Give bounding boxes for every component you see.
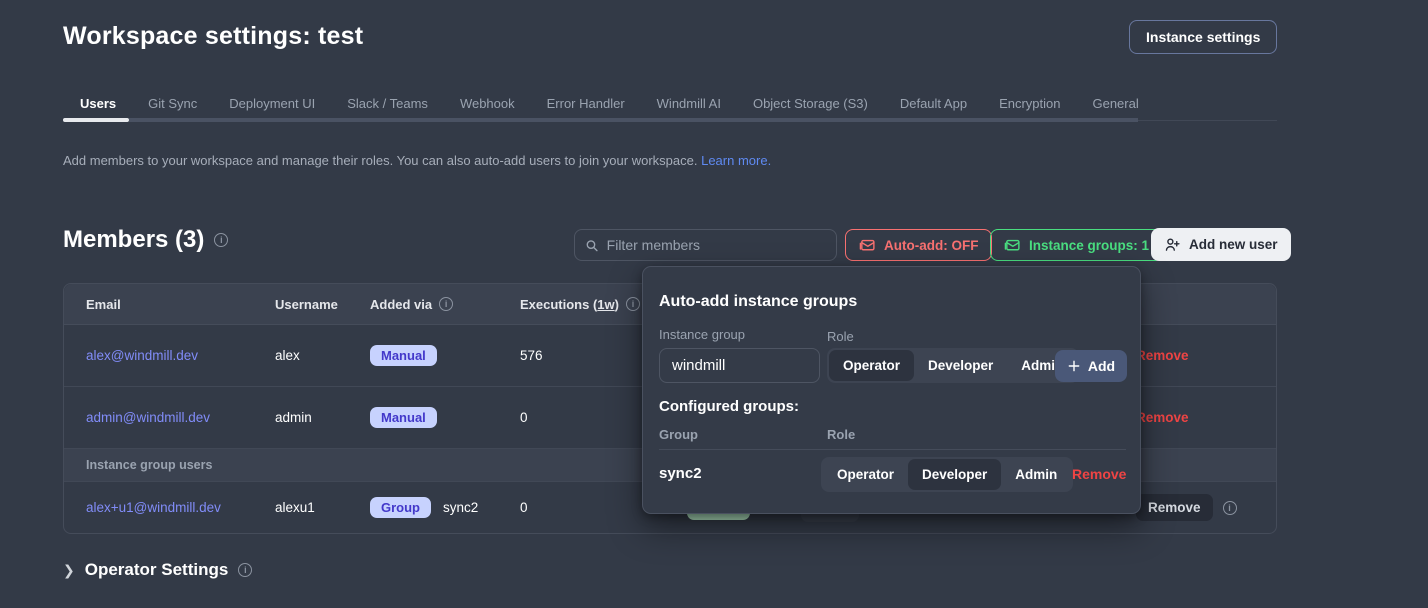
tab-deployment-ui[interactable]: Deployment UI <box>213 88 331 118</box>
member-username: alexu1 <box>275 500 370 515</box>
description-text: Add members to your workspace and manage… <box>63 153 697 168</box>
auto-add-instance-groups-popup: Auto-add instance groups Instance group … <box>642 266 1141 514</box>
plus-icon <box>1067 359 1081 373</box>
role-option-operator[interactable]: Operator <box>823 459 908 490</box>
tab-windmill-ai[interactable]: Windmill AI <box>641 88 737 118</box>
learn-more-link[interactable]: Learn more. <box>701 153 771 168</box>
instance-group-label: Instance group <box>659 327 745 342</box>
members-info-icon[interactable]: i <box>214 233 228 247</box>
tab-scrollbar[interactable] <box>63 118 1277 122</box>
remove-member-button[interactable]: Remove <box>1136 494 1213 521</box>
instance-groups-label: Instance groups: 1 <box>1029 238 1149 253</box>
added-via-label: Added via <box>370 297 432 312</box>
member-username: alex <box>275 348 370 363</box>
tab-error-handler[interactable]: Error Handler <box>531 88 641 118</box>
added-via-info-icon[interactable]: i <box>439 297 453 311</box>
add-new-user-label: Add new user <box>1189 237 1278 252</box>
configured-groups-heading: Configured groups: <box>659 398 799 415</box>
add-new-user-button[interactable]: Add new user <box>1151 228 1291 261</box>
members-heading: Members (3) i <box>63 226 228 254</box>
auto-add-button[interactable]: Auto-add: OFF <box>845 229 992 261</box>
tab-webhook[interactable]: Webhook <box>444 88 531 118</box>
role-label: Role <box>827 329 854 344</box>
instance-groups-button[interactable]: Instance groups: 1 <box>990 229 1163 261</box>
tab-object-storage-s3[interactable]: Object Storage (S3) <box>737 88 884 118</box>
remove-info-icon[interactable]: i <box>1223 501 1237 515</box>
configured-group-name: sync2 <box>659 465 702 482</box>
tab-scrollbar-track <box>1138 120 1277 121</box>
configured-role-toggle-group: Operator Developer Admin <box>821 457 1073 492</box>
configured-role-column: Role <box>827 427 855 442</box>
remove-member-button[interactable]: Remove <box>1136 410 1189 425</box>
instance-group-input[interactable] <box>659 348 820 383</box>
operator-settings-info-icon[interactable]: i <box>238 563 252 577</box>
col-header-added-via: Added via i <box>370 297 520 312</box>
tab-scrollbar-thumb[interactable] <box>129 118 1138 122</box>
filter-members-input[interactable] <box>607 237 826 253</box>
active-tab-indicator <box>63 118 129 122</box>
role-option-developer[interactable]: Developer <box>914 350 1007 381</box>
col-header-email: Email <box>64 297 275 312</box>
role-toggle-group: Operator Developer Admin <box>827 348 1079 383</box>
group-name: sync2 <box>443 500 478 515</box>
operator-settings-toggle[interactable]: ❯ Operator Settings i <box>63 560 252 580</box>
popup-title: Auto-add instance groups <box>659 293 1124 311</box>
mail-icon <box>859 237 876 254</box>
divider <box>659 449 1126 450</box>
tab-slack-teams[interactable]: Slack / Teams <box>331 88 444 118</box>
tab-default-app[interactable]: Default App <box>884 88 983 118</box>
remove-member-button[interactable]: Remove <box>1136 348 1189 363</box>
added-via-badge: Group <box>370 497 431 518</box>
tab-encryption[interactable]: Encryption <box>983 88 1076 118</box>
tab-users[interactable]: Users <box>63 88 132 118</box>
filter-members-search[interactable] <box>574 229 837 261</box>
members-heading-text: Members (3) <box>63 226 204 254</box>
member-email-link[interactable]: admin@windmill.dev <box>86 410 210 425</box>
added-via-badge: Manual <box>370 345 437 366</box>
col-header-username: Username <box>275 297 370 312</box>
search-icon <box>585 238 599 253</box>
page-title: Workspace settings: test <box>63 22 363 51</box>
members-description: Add members to your workspace and manage… <box>63 153 771 168</box>
operator-settings-label: Operator Settings <box>85 560 229 580</box>
remove-configured-group-button[interactable]: Remove <box>1072 466 1126 482</box>
chevron-right-icon: ❯ <box>63 562 75 579</box>
added-via-badge: Manual <box>370 407 437 428</box>
mail-icon <box>1004 237 1021 254</box>
tab-general[interactable]: General <box>1076 88 1154 118</box>
instance-settings-button[interactable]: Instance settings <box>1129 20 1277 54</box>
executions-label: Executions (1w) <box>520 297 619 312</box>
member-username: admin <box>275 410 370 425</box>
tab-git-sync[interactable]: Git Sync <box>132 88 213 118</box>
settings-tab-bar: Users Git Sync Deployment UI Slack / Tea… <box>63 88 1277 118</box>
executions-info-icon[interactable]: i <box>626 297 640 311</box>
configured-group-column: Group <box>659 427 698 442</box>
role-option-operator[interactable]: Operator <box>829 350 914 381</box>
user-plus-icon <box>1164 236 1181 253</box>
role-option-developer[interactable]: Developer <box>908 459 1001 490</box>
add-group-label: Add <box>1088 358 1115 374</box>
member-email-link[interactable]: alex+u1@windmill.dev <box>86 500 221 515</box>
add-group-button[interactable]: Add <box>1055 350 1127 382</box>
role-option-admin[interactable]: Admin <box>1001 459 1071 490</box>
auto-add-label: Auto-add: OFF <box>884 238 978 253</box>
member-email-link[interactable]: alex@windmill.dev <box>86 348 198 363</box>
